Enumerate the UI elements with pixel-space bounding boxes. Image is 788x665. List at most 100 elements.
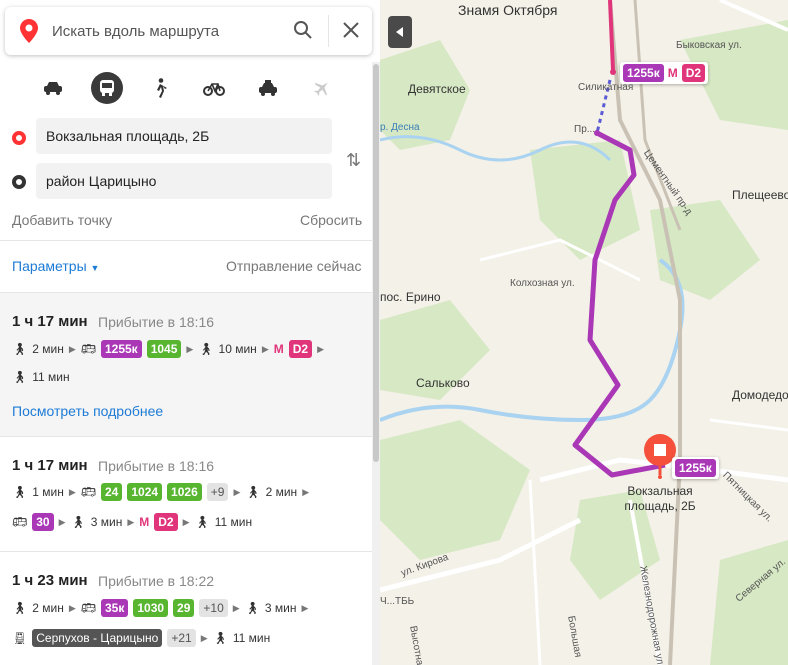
walk-duration: 11 мин bbox=[232, 631, 271, 645]
bus-icon: 🚌︎ bbox=[12, 515, 28, 529]
walk-duration: 3 мин bbox=[264, 601, 297, 615]
arrow-icon: ▶ bbox=[232, 602, 240, 613]
from-field[interactable]: Вокзальная площадь, 2Б bbox=[36, 118, 332, 154]
mode-transit[interactable] bbox=[91, 72, 123, 104]
arrow-icon: ▶ bbox=[261, 343, 269, 354]
arrow-icon: ▶ bbox=[186, 343, 194, 354]
map-transport-chip-top[interactable]: 1255к M D2 bbox=[620, 62, 709, 84]
walk-duration: 10 мин bbox=[218, 342, 257, 356]
mode-bike[interactable] bbox=[198, 72, 230, 104]
metro-icon: M bbox=[273, 342, 284, 356]
swap-icon[interactable]: ⇅ bbox=[346, 150, 361, 171]
walk-icon: 🚶︎ bbox=[70, 515, 86, 529]
map-label: Сальково bbox=[416, 376, 470, 390]
end-point-icon bbox=[12, 175, 26, 189]
arrow-icon: ▶ bbox=[68, 343, 76, 354]
bus-icon: 🚌︎ bbox=[80, 601, 96, 615]
mode-walk[interactable] bbox=[144, 72, 176, 104]
plane-icon bbox=[314, 82, 328, 96]
route-duration: 1 ч 17 мин bbox=[12, 457, 88, 474]
map-label: Домодедово bbox=[732, 388, 788, 402]
map-label: Плещеево bbox=[732, 188, 788, 202]
arrow-icon: ▶ bbox=[68, 602, 76, 613]
walk-duration: 2 мин bbox=[265, 485, 298, 499]
more-badge: +10 bbox=[199, 599, 228, 617]
walk-icon: 🚶︎ bbox=[194, 515, 210, 529]
map-label: р. Десна bbox=[380, 122, 420, 133]
map-label: Пр... bbox=[574, 124, 596, 135]
chevron-left-icon bbox=[396, 27, 403, 37]
mode-plane[interactable] bbox=[306, 72, 338, 104]
params-dropdown[interactable]: Параметры ▼ bbox=[12, 258, 99, 274]
walk-icon: 🚶︎ bbox=[244, 601, 260, 615]
arrow-icon: ▶ bbox=[182, 516, 190, 527]
train-badge: Серпухов - Царицыно bbox=[32, 629, 163, 647]
bus-badge: 1045 bbox=[146, 340, 182, 358]
reset-link[interactable]: Сбросить bbox=[300, 212, 362, 228]
walk-duration: 11 мин bbox=[32, 370, 70, 384]
route-segments: 🚶︎ 11 мин bbox=[12, 370, 75, 384]
transport-modes bbox=[0, 70, 372, 110]
bus-icon bbox=[100, 80, 114, 96]
metro-badge: D2 bbox=[154, 513, 178, 531]
close-icon[interactable] bbox=[341, 20, 361, 40]
mode-car[interactable] bbox=[37, 72, 69, 104]
to-field[interactable]: район Царицыно bbox=[36, 163, 332, 199]
params-label: Параметры bbox=[12, 258, 87, 274]
bus-badge: 1024 bbox=[127, 483, 163, 501]
divider bbox=[0, 240, 372, 241]
route-option-2[interactable]: 1 ч 17 мин Прибытие в 18:16 🚶︎ 1 мин ▶ 🚌… bbox=[0, 437, 372, 551]
route-segments: 🚶︎ 1 мин ▶ 🚌︎ 24 1024 1026 +9 ▶ 🚶︎ 2 мин… bbox=[12, 483, 314, 501]
walk-icon: 🚶︎ bbox=[12, 342, 28, 356]
mode-taxi[interactable] bbox=[252, 72, 284, 104]
metro-icon: M bbox=[139, 515, 150, 529]
taxi-icon bbox=[259, 80, 277, 96]
arrow-icon: ▶ bbox=[127, 516, 135, 527]
arrow-icon: ▶ bbox=[233, 486, 241, 497]
walk-icon: 🚶︎ bbox=[245, 485, 261, 499]
car-icon bbox=[44, 82, 62, 95]
map[interactable]: 1255к M D2 1255к Знамя Октября Девятское… bbox=[380, 0, 788, 665]
search-icon[interactable] bbox=[293, 20, 313, 40]
location-pin-icon bbox=[20, 19, 38, 43]
departure-time[interactable]: Отправление сейчас bbox=[226, 258, 361, 274]
walk-icon: 🚶︎ bbox=[198, 342, 214, 356]
arrow-icon: ▶ bbox=[301, 602, 309, 613]
bus-icon: 🚌︎ bbox=[80, 485, 96, 499]
bus-badge: 24 bbox=[100, 483, 123, 501]
map-label: Знамя Октября bbox=[458, 2, 558, 18]
collapse-panel-button[interactable] bbox=[388, 16, 412, 48]
add-point-link[interactable]: Добавить точку bbox=[12, 212, 112, 228]
map-label: пос. Ерино bbox=[380, 290, 441, 304]
route-duration: 1 ч 23 мин bbox=[12, 572, 88, 589]
map-transport-chip-bottom[interactable]: 1255к bbox=[672, 457, 719, 479]
map-label: Силикатная bbox=[578, 82, 634, 93]
map-label: Ч...ТБЬ bbox=[380, 596, 415, 607]
more-badge: +9 bbox=[206, 483, 229, 501]
walk-icon: 🚶︎ bbox=[12, 370, 28, 384]
arrow-icon: ▶ bbox=[58, 516, 66, 527]
walk-duration: 2 мин bbox=[32, 601, 64, 615]
route-option-3[interactable]: 1 ч 23 мин Прибытие в 18:22 🚶︎ 2 мин ▶ 🚌… bbox=[0, 552, 372, 665]
route-segments: 🚌︎ 30 ▶ 🚶︎ 3 мин ▶ M D2 ▶ 🚶︎ 11 мин bbox=[12, 513, 257, 531]
search-input[interactable]: Искать вдоль маршрута bbox=[52, 23, 219, 40]
walk-icon: 🚶︎ bbox=[212, 631, 228, 645]
map-label: Быковская ул. bbox=[676, 40, 742, 51]
route-arrival: Прибытие в 18:16 bbox=[98, 458, 215, 474]
route-option-1[interactable]: 1 ч 17 мин Прибытие в 18:16 🚶︎ 2 мин ▶ 🚌… bbox=[0, 293, 372, 436]
route-duration: 1 ч 17 мин bbox=[12, 313, 88, 330]
route-segments: 🚆︎ Серпухов - Царицыно +21 ▶ 🚶︎ 11 мин bbox=[12, 629, 275, 647]
map-metro-badge: D2 bbox=[681, 64, 706, 82]
scrollbar-thumb[interactable] bbox=[373, 64, 379, 462]
bus-badge: 1030 bbox=[133, 599, 169, 617]
bus-icon: 🚌︎ bbox=[80, 342, 96, 356]
arrow-icon: ▶ bbox=[317, 343, 324, 354]
search-box[interactable]: Искать вдоль маршрута bbox=[5, 7, 372, 55]
bus-badge: 29 bbox=[173, 599, 195, 617]
bike-icon bbox=[203, 83, 225, 96]
route-details-link[interactable]: Посмотреть подробнее bbox=[12, 403, 163, 419]
walk-icon: 🚶︎ bbox=[12, 601, 28, 615]
bus-badge: 1026 bbox=[167, 483, 202, 501]
chevron-down-icon: ▼ bbox=[90, 263, 100, 273]
map-bus-badge: 1255к bbox=[623, 64, 664, 82]
